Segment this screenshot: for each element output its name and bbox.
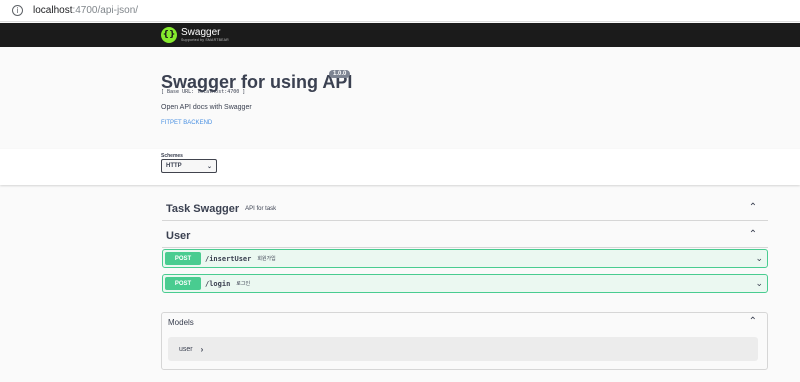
browser-address-bar: i localhost:4700/api-json/ xyxy=(0,0,800,22)
tag-name: Task Swagger xyxy=(166,202,240,215)
models-title[interactable]: Models xyxy=(168,318,194,327)
operation-summary: 회원가입 xyxy=(257,256,276,262)
logo-name: Swagger xyxy=(181,26,221,38)
swagger-logo-icon: {} xyxy=(161,27,177,43)
model-name: user xyxy=(179,345,193,353)
info-section: Swagger for using API 1.0.0 [ Base URL: … xyxy=(0,47,800,149)
schemes-container: Schemes HTTP ⌄ xyxy=(0,149,800,185)
info-icon[interactable]: i xyxy=(12,5,23,16)
logo-subtitle: Supported by SMARTBEAR xyxy=(181,37,229,42)
operation-path: /login xyxy=(205,279,231,288)
schemes-select[interactable]: HTTP ⌄ xyxy=(161,159,217,173)
tag-user[interactable]: User ⌃ xyxy=(162,224,768,248)
chevron-down-icon[interactable]: ⌄ xyxy=(755,279,763,288)
swagger-logo[interactable]: {} Swagger Supported by SMARTBEAR xyxy=(161,27,229,43)
version-badge: 1.0.0 xyxy=(329,70,351,78)
logo-text: Swagger Supported by SMARTBEAR xyxy=(181,26,229,43)
api-description: Open API docs with Swagger xyxy=(161,104,252,111)
schemes-selected-value: HTTP xyxy=(166,163,182,169)
tag-name: User xyxy=(166,229,191,242)
url-host: localhost xyxy=(33,5,73,16)
address-url[interactable]: localhost:4700/api-json/ xyxy=(33,5,138,16)
chevron-right-icon: › xyxy=(200,344,204,354)
model-item-user[interactable]: user › xyxy=(168,337,758,361)
chevron-down-icon[interactable]: ⌄ xyxy=(755,254,763,263)
operation-post-login[interactable]: POST /login 로그인 ⌄ xyxy=(162,274,768,293)
swagger-topbar: {} Swagger Supported by SMARTBEAR xyxy=(0,23,800,47)
method-badge: POST xyxy=(165,277,201,290)
base-url: [ Base URL: localhost:4700 ] xyxy=(161,89,246,95)
chevron-up-icon[interactable]: ⌃ xyxy=(748,203,758,213)
chevron-up-icon[interactable]: ⌃ xyxy=(748,230,758,240)
url-path: :4700/api-json/ xyxy=(72,5,139,16)
method-badge: POST xyxy=(165,252,201,265)
operation-path: /insertUser xyxy=(205,254,252,263)
operation-post-insertuser[interactable]: POST /insertUser 회원가입 ⌄ xyxy=(162,249,768,268)
chevron-down-icon: ⌄ xyxy=(206,163,212,170)
operation-summary: 로그인 xyxy=(236,281,251,287)
tag-description: API for task xyxy=(245,205,277,212)
chevron-up-icon[interactable]: ⌃ xyxy=(749,316,757,327)
info-link[interactable]: FITPET BACKEND xyxy=(161,120,212,126)
tag-task-swagger[interactable]: Task Swagger API for task ⌃ xyxy=(162,197,768,221)
models-section: Models ⌃ user › xyxy=(161,312,768,370)
